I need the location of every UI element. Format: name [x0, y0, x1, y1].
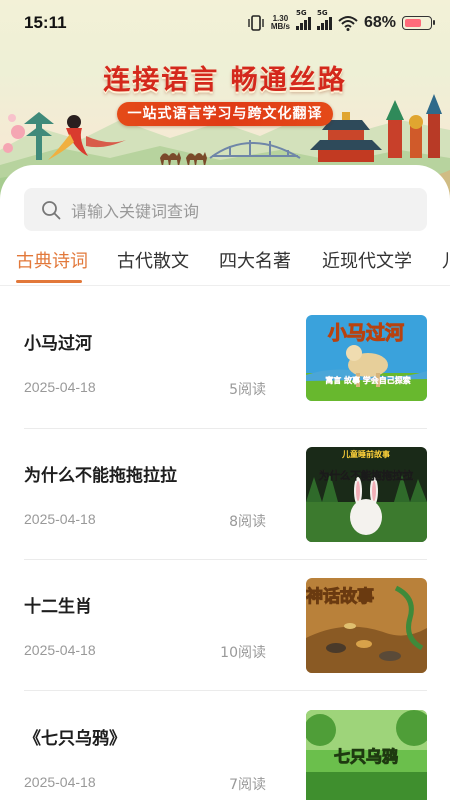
signal-type-label-2: 5G [316, 9, 328, 17]
article-item[interactable]: 为什么不能拖拖拉拉 2025-04-18 8阅读 儿童睡前故事 为什么不能拖拖拉… [24, 447, 427, 547]
item-divider [24, 428, 427, 429]
article-read-count: 8阅读 [229, 514, 266, 530]
tab-children[interactable]: 儿 [442, 247, 450, 273]
tab-modern-literature[interactable]: 近现代文学 [322, 247, 412, 273]
article-read-count: 7阅读 [229, 777, 266, 793]
network-speed-unit: MB/s [270, 22, 290, 31]
article-date: 2025-04-18 [24, 774, 96, 790]
battery-percent: 68% [363, 14, 396, 31]
search-placeholder: 请输入关键词查询 [71, 201, 200, 221]
article-thumbnail[interactable]: 神话故事 [306, 578, 427, 673]
item-divider [24, 559, 427, 560]
banner-subtitle: 一站式语言学习与跨文化翻译 [117, 102, 333, 126]
article-date: 2025-04-18 [24, 511, 96, 527]
network-speed: 1.30 MB/s [271, 15, 290, 31]
article-date: 2025-04-18 [24, 379, 96, 395]
status-time: 15:11 [24, 13, 67, 32]
signal-strength-icon: 5G [295, 9, 311, 30]
article-thumbnail[interactable]: 七只乌鸦 [306, 710, 427, 800]
category-tabs: 古典诗词 古代散文 四大名著 近现代文学 儿 [0, 247, 450, 283]
item-divider [24, 690, 427, 691]
article-read-count: 5阅读 [229, 382, 266, 398]
article-title: 小马过河 [24, 334, 92, 354]
tab-four-classics[interactable]: 四大名著 [219, 247, 291, 273]
search-icon [42, 200, 61, 219]
tabs-divider [0, 285, 450, 286]
article-thumbnail[interactable]: 儿童睡前故事 为什么不能拖拖拉拉 [306, 447, 427, 542]
tab-classical-poetry[interactable]: 古典诗词 [16, 247, 88, 273]
svg-text:七只乌鸦: 七只乌鸦 [334, 747, 398, 766]
content-panel: 请输入关键词查询 古典诗词 古代散文 四大名著 近现代文学 儿 小马过河 202… [0, 165, 450, 800]
article-title: 《七只乌鸦》 [24, 729, 126, 749]
svg-text:儿童睡前故事: 儿童睡前故事 [341, 449, 390, 459]
signal-strength-icon-2: 5G [316, 9, 332, 30]
search-bar[interactable]: 请输入关键词查询 [24, 188, 427, 231]
svg-text:小马过河: 小马过河 [328, 322, 404, 344]
article-item[interactable]: 十二生肖 2025-04-18 10阅读 神话故事 [24, 578, 427, 678]
article-title: 十二生肖 [24, 597, 92, 617]
wifi-icon [338, 16, 358, 31]
tab-ancient-prose[interactable]: 古代散文 [117, 247, 189, 273]
article-thumbnail[interactable]: 小马过河 寓言 故事 学会自己探索 [306, 315, 427, 401]
article-date: 2025-04-18 [24, 642, 96, 658]
signal-type-label: 5G [295, 9, 307, 17]
active-tab-indicator [16, 280, 82, 283]
article-title: 为什么不能拖拖拉拉 [24, 466, 177, 486]
article-read-count: 10阅读 [220, 645, 266, 661]
article-item[interactable]: 小马过河 2025-04-18 5阅读 小马过河 寓言 故事 学会自己探索 [24, 315, 427, 415]
banner-title: 连接语言 畅通丝路 [103, 65, 347, 96]
battery-icon [402, 16, 435, 30]
status-icons: 1.30 MB/s 5G 5G 68% [247, 9, 435, 33]
svg-text:神话故事: 神话故事 [306, 586, 374, 607]
status-bar: 15:11 1.30 MB/s 5G 5G 68% [0, 0, 450, 46]
svg-text:寓言 故事 学会自己探索: 寓言 故事 学会自己探索 [325, 375, 411, 385]
vibrate-icon [248, 15, 264, 31]
article-item[interactable]: 《七只乌鸦》 2025-04-18 7阅读 七只乌鸦 [24, 710, 427, 800]
battery-level [405, 19, 421, 27]
svg-text:为什么不能拖拖拉拉: 为什么不能拖拖拉拉 [319, 469, 414, 482]
